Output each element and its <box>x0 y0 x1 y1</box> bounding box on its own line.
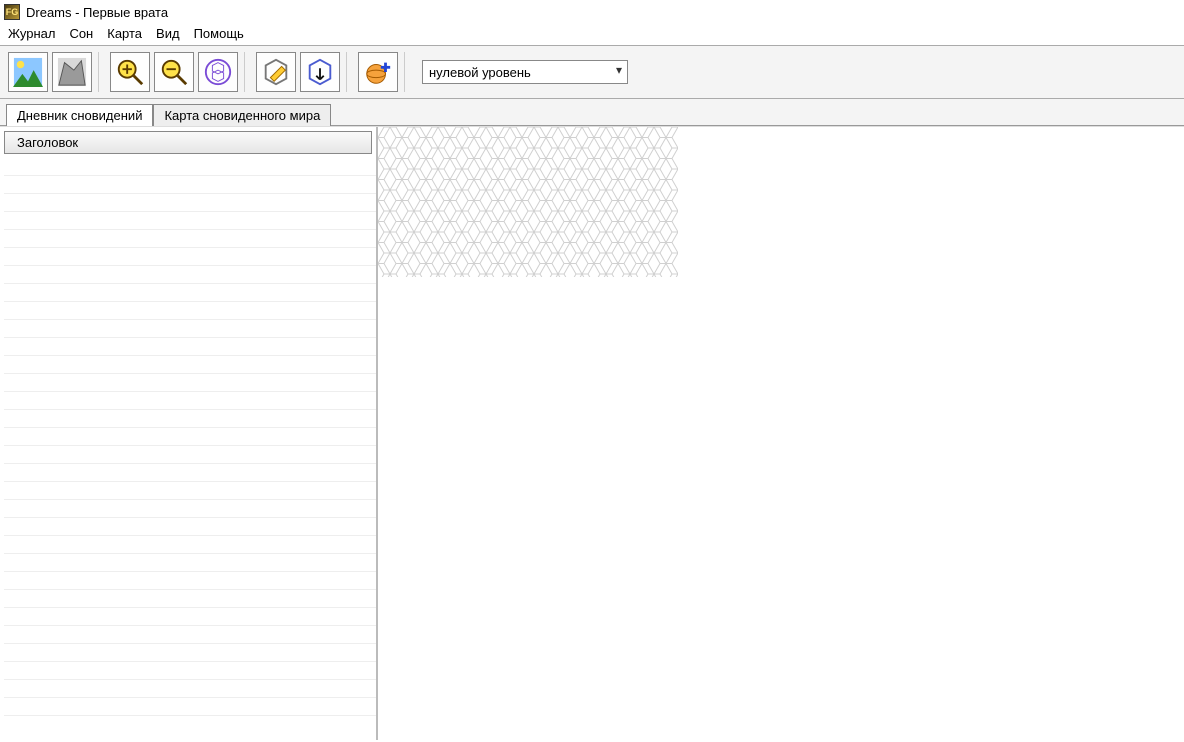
menu-view[interactable]: Вид <box>156 26 180 41</box>
list-row <box>4 428 376 446</box>
tab-strip: Дневник сновидений Карта сновиденного ми… <box>0 99 1184 126</box>
list-row <box>4 410 376 428</box>
list-row <box>4 194 376 212</box>
list-row <box>4 302 376 320</box>
list-row <box>4 230 376 248</box>
list-row <box>4 248 376 266</box>
list-row <box>4 266 376 284</box>
list-row <box>4 608 376 626</box>
zoom-in-icon <box>115 57 145 87</box>
list-row <box>4 284 376 302</box>
titlebar: FG Dreams - Первые врата <box>0 0 1184 24</box>
edit-hex-icon <box>261 57 291 87</box>
side-list[interactable] <box>4 158 376 740</box>
toolbar-separator <box>346 52 352 92</box>
hex-grid <box>378 127 678 277</box>
list-row <box>4 626 376 644</box>
side-panel: Заголовок <box>0 127 378 740</box>
tab-diary[interactable]: Дневник сновидений <box>6 104 153 126</box>
list-row <box>4 482 376 500</box>
level-select-wrap <box>422 60 628 84</box>
landscape-icon <box>13 57 43 87</box>
list-row <box>4 698 376 716</box>
list-row <box>4 680 376 698</box>
menu-map[interactable]: Карта <box>107 26 142 41</box>
zoom-in-button[interactable] <box>110 52 150 92</box>
globe-add-icon <box>363 57 393 87</box>
list-row <box>4 554 376 572</box>
map-view[interactable]: Зона:Город Восток <box>378 127 1184 740</box>
hex-pattern-button[interactable] <box>198 52 238 92</box>
toolbar-separator <box>244 52 250 92</box>
globe-add-button[interactable] <box>358 52 398 92</box>
list-row <box>4 320 376 338</box>
side-header[interactable]: Заголовок <box>4 131 372 154</box>
menu-help[interactable]: Помощь <box>194 26 244 41</box>
app-icon: FG <box>4 4 20 20</box>
menu-journal[interactable]: Журнал <box>8 26 55 41</box>
list-row <box>4 590 376 608</box>
rock-icon <box>57 57 87 87</box>
list-row <box>4 374 376 392</box>
list-row <box>4 518 376 536</box>
menu-sleep[interactable]: Сон <box>69 26 93 41</box>
zoom-out-button[interactable] <box>154 52 194 92</box>
list-row <box>4 446 376 464</box>
list-row <box>4 338 376 356</box>
menu-bar: Журнал Сон Карта Вид Помощь <box>0 24 1184 45</box>
tab-map[interactable]: Карта сновиденного мира <box>153 104 331 126</box>
rock-button[interactable] <box>52 52 92 92</box>
toolbar <box>0 45 1184 99</box>
list-row <box>4 212 376 230</box>
list-row <box>4 176 376 194</box>
list-row <box>4 392 376 410</box>
move-hex-icon <box>305 57 335 87</box>
hex-pattern-icon <box>203 57 233 87</box>
list-row <box>4 536 376 554</box>
list-row <box>4 644 376 662</box>
list-row <box>4 158 376 176</box>
list-row <box>4 572 376 590</box>
landscape-button[interactable] <box>8 52 48 92</box>
level-select[interactable] <box>422 60 628 84</box>
list-row <box>4 356 376 374</box>
list-row <box>4 662 376 680</box>
window-title: Dreams - Первые врата <box>26 5 168 20</box>
zoom-out-icon <box>159 57 189 87</box>
work-area: Заголовок <box>0 126 1184 740</box>
toolbar-separator <box>404 52 410 92</box>
toolbar-separator <box>98 52 104 92</box>
edit-hex-button[interactable] <box>256 52 296 92</box>
list-row <box>4 500 376 518</box>
move-hex-button[interactable] <box>300 52 340 92</box>
list-row <box>4 464 376 482</box>
